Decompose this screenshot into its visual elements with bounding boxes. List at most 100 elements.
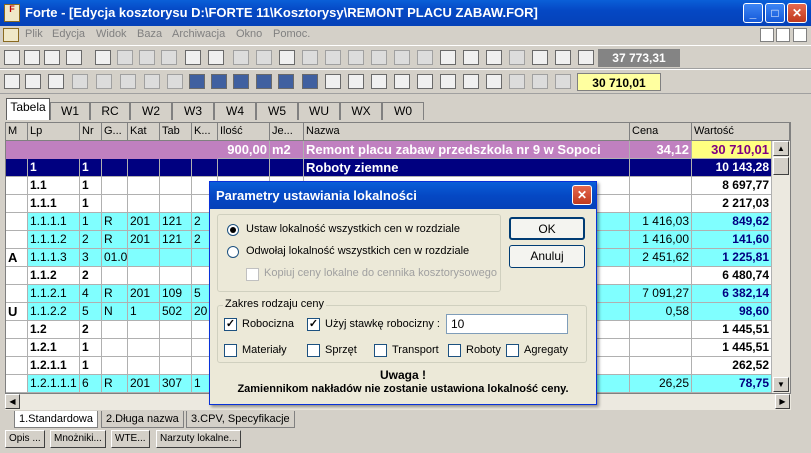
tool-icon[interactable] <box>117 50 133 65</box>
tab-rc[interactable]: RC <box>90 102 130 120</box>
tab-w3[interactable]: W3 <box>172 102 214 120</box>
paste-special-icon[interactable] <box>440 50 456 65</box>
doc-icon[interactable] <box>3 28 19 42</box>
maximize-button[interactable]: □ <box>765 3 785 23</box>
menu-edycja[interactable]: Edycja <box>52 28 85 40</box>
insert-icon[interactable] <box>25 74 41 89</box>
tab-wx[interactable]: WX <box>340 102 382 120</box>
tool-icon[interactable] <box>509 74 525 89</box>
filter-icon[interactable] <box>486 74 502 89</box>
calc-icon[interactable] <box>66 50 82 65</box>
tab-w2[interactable]: W2 <box>130 102 172 120</box>
materials-checkbox[interactable] <box>224 344 237 357</box>
ok-button[interactable]: OK <box>509 217 585 240</box>
tab-w0[interactable]: W0 <box>382 102 424 120</box>
word-icon[interactable] <box>185 50 201 65</box>
folder-icon[interactable] <box>302 50 318 65</box>
table-row[interactable]: 1 1 Roboty ziemne 10 143,28 <box>6 159 772 177</box>
aggregates-checkbox[interactable] <box>506 344 519 357</box>
col-header-wartosc[interactable]: Wartość <box>692 123 790 141</box>
insert-icon[interactable] <box>167 74 183 89</box>
menu-plik[interactable]: Plik <box>25 28 43 40</box>
narzuty-lokalne-button[interactable]: Narzuty lokalne... <box>156 430 242 448</box>
table-icon[interactable] <box>278 74 294 89</box>
binoculars-icon[interactable] <box>578 50 594 65</box>
cut-icon[interactable] <box>325 50 341 65</box>
wte-button[interactable]: WTE... <box>111 430 150 448</box>
transport-checkbox[interactable] <box>374 344 387 357</box>
insert-icon[interactable] <box>72 74 88 89</box>
paste-icon[interactable] <box>417 50 433 65</box>
menu-pomoc[interactable]: Pomoc. <box>273 28 310 40</box>
menu-baza[interactable]: Baza <box>137 28 162 40</box>
col-header-cena[interactable]: Cena <box>630 123 692 141</box>
use-rate-checkbox[interactable]: ✓ <box>307 318 320 331</box>
menu-widok[interactable]: Widok <box>96 28 127 40</box>
tab-w4[interactable]: W4 <box>214 102 256 120</box>
minimize-button[interactable]: _ <box>743 3 763 23</box>
vertical-scrollbar[interactable]: ▲ ▼ <box>772 141 790 393</box>
new-icon[interactable] <box>4 50 20 65</box>
table-icon[interactable] <box>211 74 227 89</box>
tab-standardowa[interactable]: 1.Standardowa <box>14 411 98 428</box>
col-header-kat[interactable]: Kat <box>128 123 160 141</box>
menu-archiwacja[interactable]: Archiwacja <box>172 28 225 40</box>
close-button[interactable]: ✕ <box>787 3 807 23</box>
copy-icon[interactable] <box>371 50 387 65</box>
table-icon[interactable] <box>325 74 341 89</box>
equipment-checkbox[interactable] <box>307 344 320 357</box>
tab-tabela[interactable]: Tabela <box>6 98 50 120</box>
save-icon[interactable] <box>279 50 295 65</box>
paste-icon[interactable] <box>394 50 410 65</box>
tool-icon[interactable] <box>532 74 548 89</box>
lock-icon[interactable] <box>440 74 456 89</box>
table-icon[interactable] <box>189 74 205 89</box>
scroll-down-icon[interactable]: ▼ <box>773 377 789 392</box>
radio-set-all[interactable] <box>227 224 239 236</box>
tool-icon[interactable] <box>161 50 177 65</box>
move-icon[interactable] <box>394 74 410 89</box>
sort-icon[interactable] <box>555 50 571 65</box>
insert-icon[interactable] <box>144 74 160 89</box>
tab-cpv[interactable]: 3.CPV, Specyfikacje <box>186 411 295 428</box>
table-icon[interactable] <box>302 74 318 89</box>
col-header-lp[interactable]: Lp <box>28 123 80 141</box>
app-icon[interactable]: F <box>4 4 20 22</box>
menu-okno[interactable]: Okno <box>236 28 262 40</box>
insert-icon[interactable] <box>120 74 136 89</box>
scroll-thumb[interactable] <box>773 157 789 175</box>
insert-icon[interactable] <box>48 74 64 89</box>
cancel-button[interactable]: Anuluj <box>509 245 585 268</box>
scroll-up-icon[interactable]: ▲ <box>773 141 789 156</box>
split-icon[interactable] <box>417 74 433 89</box>
tab-dluga-nazwa[interactable]: 2.Długa nazwa <box>101 411 184 428</box>
tab-w1[interactable]: W1 <box>50 102 90 120</box>
col-header-nazwa[interactable]: Nazwa <box>304 123 630 141</box>
copy-local-prices-checkbox[interactable] <box>246 268 259 281</box>
labor-checkbox[interactable]: ✓ <box>224 318 237 331</box>
print-preview-icon[interactable] <box>233 50 249 65</box>
paste-special-icon[interactable] <box>463 50 479 65</box>
insert-icon[interactable] <box>96 74 112 89</box>
tool-icon[interactable] <box>555 74 571 89</box>
undo-icon[interactable] <box>486 50 502 65</box>
table-icon[interactable] <box>256 74 272 89</box>
labor-rate-input[interactable]: 10 <box>446 314 568 334</box>
sort-icon[interactable] <box>532 50 548 65</box>
table-row-summary[interactable]: 900,00 m2 Remont placu zabaw przedszkola n… <box>6 141 772 159</box>
scroll-left-icon[interactable]: ◀ <box>5 394 20 409</box>
mdi-restore-icon[interactable] <box>776 28 790 42</box>
pointer-icon[interactable] <box>4 74 20 89</box>
unlock-icon[interactable] <box>463 74 479 89</box>
radio-revoke-all[interactable] <box>227 246 239 258</box>
table-icon[interactable] <box>233 74 249 89</box>
col-header-k[interactable]: K... <box>192 123 218 141</box>
mdi-close-icon[interactable] <box>793 28 807 42</box>
open-icon[interactable] <box>24 50 40 65</box>
tool-icon[interactable] <box>139 50 155 65</box>
redo-icon[interactable] <box>509 50 525 65</box>
col-header-nr[interactable]: Nr <box>80 123 102 141</box>
print-icon[interactable] <box>256 50 272 65</box>
works-checkbox[interactable] <box>448 344 461 357</box>
copy-icon[interactable] <box>348 50 364 65</box>
